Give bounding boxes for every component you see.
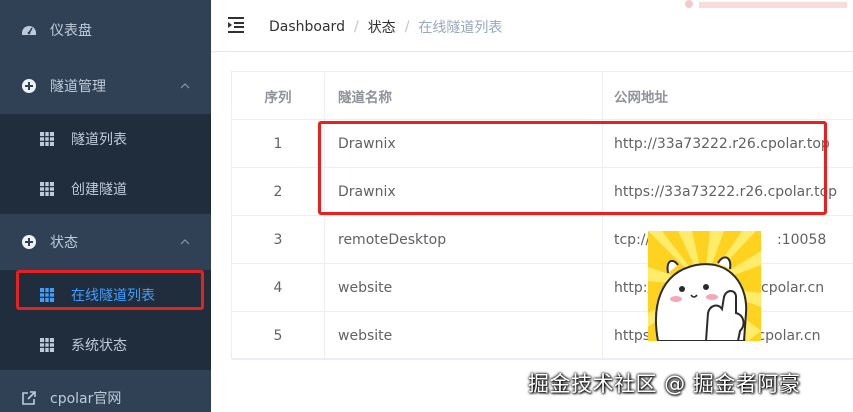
breadcrumb-separator: / xyxy=(353,19,359,35)
cell-url-end: .cpolar.cn xyxy=(753,327,821,344)
column-header-index: 序列 xyxy=(232,72,325,119)
external-link-icon xyxy=(21,390,37,406)
table-icon xyxy=(40,182,54,196)
cell-url-end: :10058 xyxy=(777,231,827,248)
sidebar-item-tunnel-management[interactable]: 隧道管理 xyxy=(0,58,211,114)
top-header: Dashboard / 状态 / 在线隧道列表 xyxy=(211,0,853,52)
column-header-name: 隧道名称 xyxy=(325,72,603,119)
breadcrumb: Dashboard / 状态 / 在线隧道列表 xyxy=(269,17,502,37)
watermark-text: 掘金技术社区 @ 掘金者阿豪 xyxy=(528,372,801,396)
table-header-row: 序列 隧道名称 公网地址 xyxy=(232,72,853,120)
breadcrumb-item-dashboard[interactable]: Dashboard xyxy=(269,19,345,35)
sidebar-item-status[interactable]: 状态 xyxy=(0,214,211,270)
sidebar-item-label: 隧道列表 xyxy=(71,132,127,148)
cell-name: website xyxy=(325,264,603,311)
sidebar-item-system-status[interactable]: 系统状态 xyxy=(0,320,211,370)
thumbs-up-sticker xyxy=(648,231,761,341)
breadcrumb-item-current: 在线隧道列表 xyxy=(418,20,503,36)
column-header-url: 公网地址 xyxy=(614,89,668,106)
sidebar-item-dashboard[interactable]: 仪表盘 xyxy=(0,2,211,58)
chevron-up-icon xyxy=(179,80,191,92)
highlight-box xyxy=(318,121,827,215)
table-icon xyxy=(40,132,54,146)
sidebar-item-create-tunnel[interactable]: 创建隧道 xyxy=(0,164,211,214)
sidebar-item-label: cpolar官网 xyxy=(50,391,122,407)
watermark-fragment xyxy=(685,0,847,8)
sidebar-item-label: 状态 xyxy=(50,235,78,251)
sidebar-item-label: 隧道管理 xyxy=(50,79,106,95)
hamburger-icon[interactable] xyxy=(228,17,246,33)
sidebar-item-label: 创建隧道 xyxy=(71,182,127,198)
highlight-box xyxy=(16,270,204,310)
cell-url-end: cpolar.cn xyxy=(761,279,825,296)
cell-index: 5 xyxy=(232,312,325,359)
breadcrumb-item-status: 状态 xyxy=(367,20,396,36)
cell-index: 4 xyxy=(232,264,325,311)
breadcrumb-separator: / xyxy=(404,19,410,35)
plus-circle-icon xyxy=(21,234,37,250)
cell-index: 1 xyxy=(232,120,325,167)
table-icon xyxy=(40,338,54,352)
dashboard-icon xyxy=(21,22,37,38)
sidebar-item-label: 仪表盘 xyxy=(50,23,92,39)
cell-name: website xyxy=(325,312,603,359)
sidebar-item-tunnel-list[interactable]: 隧道列表 xyxy=(0,114,211,164)
cell-index: 3 xyxy=(232,216,325,263)
sidebar: 仪表盘 隧道管理 隧道列表 创建隧道 状态 在线隧道列表 系统状态 cpolar… xyxy=(0,0,211,412)
plus-circle-icon xyxy=(21,78,37,94)
sidebar-item-label: 系统状态 xyxy=(71,338,127,354)
chevron-up-icon xyxy=(179,236,191,248)
cell-name: remoteDesktop xyxy=(325,216,603,263)
cell-index: 2 xyxy=(232,168,325,215)
sidebar-item-cpolar-website[interactable]: cpolar官网 xyxy=(0,370,211,412)
